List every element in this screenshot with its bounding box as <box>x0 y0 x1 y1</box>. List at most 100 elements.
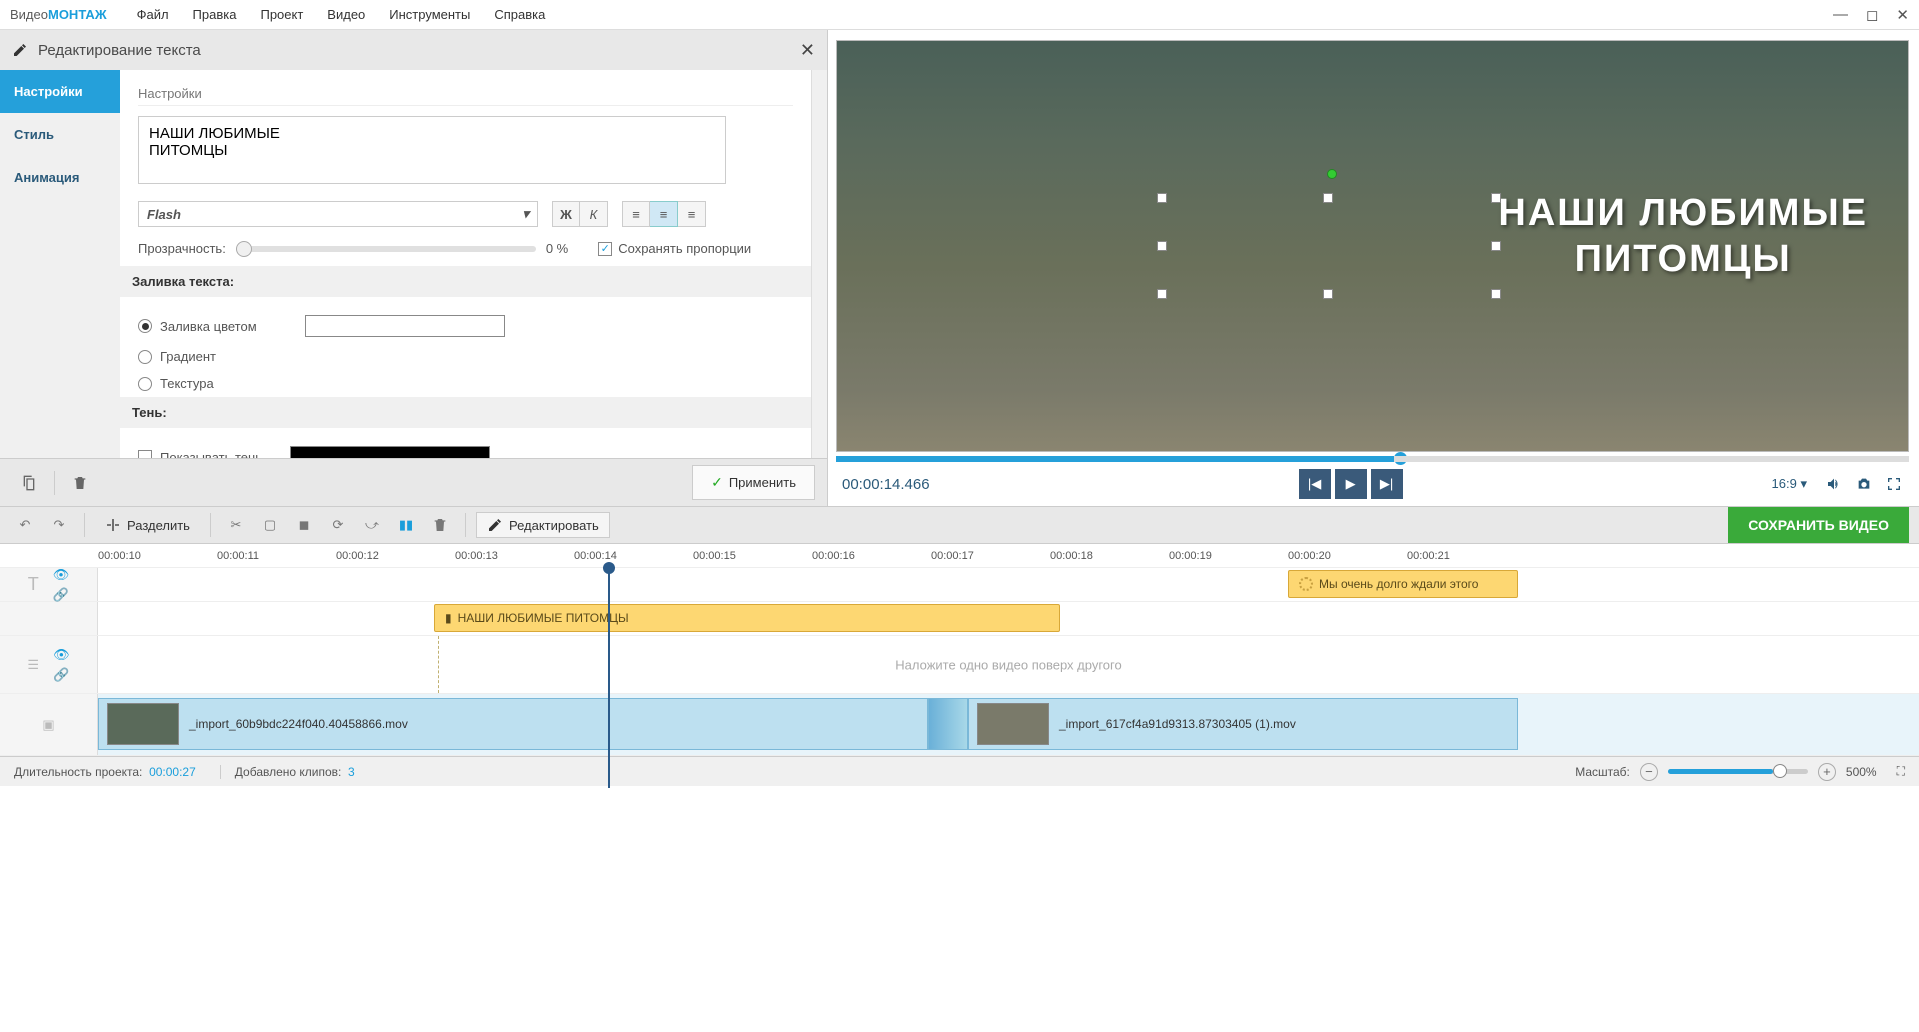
duration-info: Длительность проекта: 00:00:27 <box>14 765 196 779</box>
video-clip-2[interactable]: _import_617cf4a91d9313.87303405 (1).mov <box>968 698 1518 750</box>
close-window-icon[interactable]: ✕ <box>1896 6 1909 24</box>
redo-button[interactable]: ↷ <box>44 511 74 539</box>
zoom-slider[interactable] <box>1668 769 1808 774</box>
fill-gradient-radio[interactable] <box>138 350 152 364</box>
prev-button[interactable]: |◀ <box>1299 469 1331 499</box>
fill-color-radio[interactable] <box>138 319 152 333</box>
text-track-head-2 <box>0 602 98 635</box>
crop-button[interactable]: ▢ <box>255 511 285 539</box>
menu-items: Файл Правка Проект Видео Инструменты Спр… <box>137 7 546 22</box>
video-track: ▣ _import_60b9bdc224f040.40458866.mov _i… <box>0 694 1919 756</box>
link-icon[interactable]: 🔗 <box>53 587 69 603</box>
ruler-tick: 00:00:14 <box>574 550 617 562</box>
handle-mr[interactable] <box>1491 241 1501 251</box>
italic-button[interactable]: К <box>580 201 608 227</box>
video-thumb-1 <box>107 703 179 745</box>
opacity-slider[interactable] <box>236 246 536 252</box>
app-title-prefix: Видео <box>10 7 48 22</box>
text-track-1: T 👁 🔗 Мы очень долго ждали этого <box>0 568 1919 602</box>
handle-tr[interactable] <box>1491 193 1501 203</box>
text-editor-panel: Редактирование текста ✕ Настройки Стиль … <box>0 30 828 506</box>
text-input[interactable] <box>138 116 726 184</box>
transition-clip[interactable] <box>928 698 968 750</box>
menu-tools[interactable]: Инструменты <box>389 7 470 22</box>
opacity-label: Прозрачность: <box>138 241 226 256</box>
trash-button[interactable] <box>425 511 455 539</box>
close-icon[interactable]: ✕ <box>800 40 815 61</box>
menu-edit[interactable]: Правка <box>193 7 237 22</box>
clips-info: Добавлено клипов: 3 <box>220 765 355 779</box>
rotation-handle[interactable] <box>1327 169 1337 179</box>
rotate-button[interactable]: ⟳ <box>323 511 353 539</box>
playhead[interactable] <box>608 568 610 788</box>
delete-button[interactable] <box>63 468 97 498</box>
align-left-button[interactable]: ≡ <box>622 201 650 227</box>
text-clip-1[interactable]: ▮ НАШИ ЛЮБИМЫЕ ПИТОМЦЫ <box>434 604 1060 632</box>
link-icon[interactable]: 🔗 <box>53 667 69 683</box>
stop-button[interactable]: ◼ <box>289 511 319 539</box>
shadow-color-swatch[interactable] <box>290 446 490 458</box>
scrollbar-vertical[interactable] <box>811 70 827 458</box>
properties-button[interactable]: ▮▮ <box>391 511 421 539</box>
handle-tl[interactable] <box>1157 193 1167 203</box>
snapshot-icon[interactable] <box>1853 473 1875 495</box>
visibility-icon[interactable]: 👁 <box>53 647 70 663</box>
video-preview[interactable]: НАШИ ЛЮБИМЫЕ ПИТОМЦЫ <box>836 40 1909 452</box>
tab-settings[interactable]: Настройки <box>0 70 120 113</box>
timeline-ruler[interactable]: 00:00:1000:00:1100:00:1200:00:1300:00:14… <box>0 544 1919 568</box>
play-button[interactable]: ▶ <box>1335 469 1367 499</box>
preview-progress[interactable] <box>836 456 1909 462</box>
volume-icon[interactable] <box>1823 473 1845 495</box>
clip-edge-marker <box>438 636 439 693</box>
fill-color-swatch[interactable] <box>305 315 505 337</box>
apply-button[interactable]: ✓ Применить <box>692 465 815 500</box>
handle-ml[interactable] <box>1157 241 1167 251</box>
minimize-icon[interactable]: — <box>1833 6 1848 24</box>
cut-button[interactable]: ✂ <box>221 511 251 539</box>
align-center-button[interactable]: ≡ <box>650 201 678 227</box>
visibility-icon[interactable]: 👁 <box>53 567 70 583</box>
zoom-label: Масштаб: <box>1575 765 1630 779</box>
handle-bl[interactable] <box>1157 289 1167 299</box>
fit-icon[interactable]: ⛶ <box>1897 764 1905 779</box>
undo-button[interactable]: ↶ <box>10 511 40 539</box>
ruler-tick: 00:00:20 <box>1288 550 1331 562</box>
menu-help[interactable]: Справка <box>494 7 545 22</box>
font-select[interactable]: Flash ▾ <box>138 201 538 227</box>
text-clip-2[interactable]: Мы очень долго ждали этого <box>1288 570 1518 598</box>
handle-br[interactable] <box>1491 289 1501 299</box>
video-clip-1[interactable]: _import_60b9bdc224f040.40458866.mov <box>98 698 928 750</box>
shadow-checkbox[interactable] <box>138 450 152 458</box>
loading-icon <box>1299 577 1313 591</box>
handle-tc[interactable] <box>1323 193 1333 203</box>
zoom-out-button[interactable]: − <box>1640 763 1658 781</box>
split-button[interactable]: Разделить <box>95 513 200 537</box>
bold-button[interactable]: Ж <box>552 201 580 227</box>
app-title-suffix: МОНТАЖ <box>48 7 107 22</box>
tab-style[interactable]: Стиль <box>0 113 120 156</box>
zoom-in-button[interactable]: + <box>1818 763 1836 781</box>
menu-video[interactable]: Видео <box>327 7 365 22</box>
duplicate-button[interactable] <box>12 468 46 498</box>
handle-bc[interactable] <box>1323 289 1333 299</box>
fullscreen-icon[interactable] <box>1883 473 1905 495</box>
next-button[interactable]: ▶| <box>1371 469 1403 499</box>
keep-ratio-checkbox[interactable]: ✓ <box>598 242 612 256</box>
menu-file[interactable]: Файл <box>137 7 169 22</box>
maximize-icon[interactable]: ◻ <box>1866 6 1878 24</box>
edit-clip-button[interactable]: Редактировать <box>476 512 610 538</box>
speed-button[interactable]: ⤻ <box>357 511 387 539</box>
preview-text-overlay[interactable]: НАШИ ЛЮБИМЫЕ ПИТОМЦЫ <box>1498 191 1868 282</box>
fill-texture-radio[interactable] <box>138 377 152 391</box>
save-video-button[interactable]: СОХРАНИТЬ ВИДЕО <box>1728 507 1909 543</box>
ruler-tick: 00:00:16 <box>812 550 855 562</box>
menu-project[interactable]: Проект <box>260 7 303 22</box>
opacity-value: 0 % <box>546 241 568 256</box>
fill-color-label: Заливка цветом <box>160 319 257 334</box>
aspect-ratio[interactable]: 16:9 ▾ <box>1772 476 1807 492</box>
edit-label: Редактировать <box>509 518 599 533</box>
align-right-button[interactable]: ≡ <box>678 201 706 227</box>
text-track-icon: T <box>28 574 39 595</box>
tab-animation[interactable]: Анимация <box>0 156 120 199</box>
fill-gradient-label: Градиент <box>160 349 216 364</box>
